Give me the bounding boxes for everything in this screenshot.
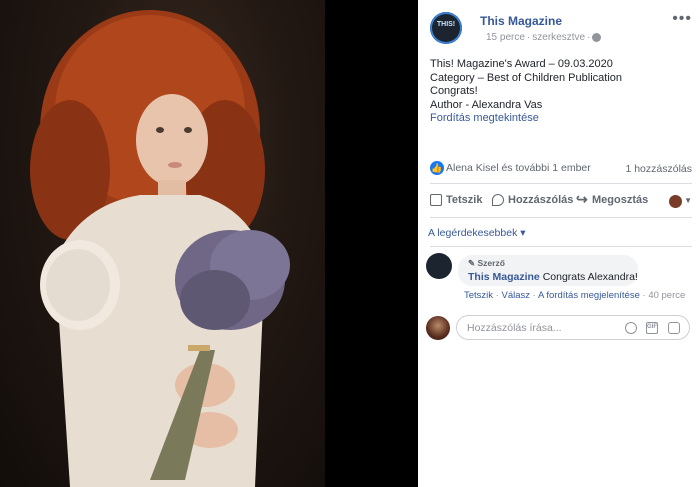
like-label: Tetszik <box>446 194 483 207</box>
divider <box>430 246 692 247</box>
commenter-avatar[interactable] <box>426 253 452 279</box>
comment-input-placeholder: Hozzászólás írása... <box>467 322 562 334</box>
edited-label[interactable]: szerkesztve <box>532 32 585 43</box>
comment-reply-link[interactable]: Válasz <box>502 290 531 301</box>
share-button[interactable]: Megosztás <box>576 191 649 208</box>
comment-count[interactable]: 1 hozzászólás <box>625 163 692 175</box>
reaction-names[interactable]: Alena Kisel és további 1 ember <box>446 162 591 174</box>
divider <box>430 217 692 218</box>
post-text: This! Magazine's Award – 09.03.2020 Cate… <box>430 58 622 126</box>
page-avatar[interactable]: THIS! <box>430 12 462 44</box>
chevron-down-icon[interactable]: ▼ <box>684 196 692 205</box>
comment-sort-dropdown[interactable]: A legérdekesebbek ▾ <box>428 227 526 239</box>
photo-viewer <box>0 0 418 487</box>
post-actions: Tetszik Hozzászólás Megosztás ▼ <box>430 191 692 212</box>
reactions-bar: 👍 Alena Kisel és további 1 ember 1 hozzás… <box>430 161 692 177</box>
comment-text: This Magazine Congrats Alexandra! <box>468 271 638 283</box>
meta-separator: · <box>526 32 531 43</box>
thumbs-up-icon <box>430 194 442 207</box>
commenter-name[interactable]: This Magazine <box>468 271 540 283</box>
comment-button[interactable]: Hozzászólás <box>492 194 574 207</box>
comment-bubble: ✎ Szerző This Magazine Congrats Alexandr… <box>458 255 638 286</box>
avatar-text: THIS! <box>436 21 456 28</box>
post-line: Congrats! <box>430 85 478 97</box>
author-badge: ✎ Szerző <box>468 258 505 268</box>
action-separator: · <box>530 290 538 301</box>
see-translation-link[interactable]: Fordítás megtekintése <box>430 112 622 126</box>
more-options-icon[interactable]: ••• <box>672 10 692 28</box>
profile-selector-avatar[interactable] <box>669 195 682 208</box>
portrait-illustration <box>30 10 290 487</box>
user-avatar <box>426 316 450 340</box>
share-label: Megosztás <box>592 194 649 207</box>
comment-input[interactable]: Hozzászólás írása... GIF <box>456 315 690 340</box>
sticker-icon[interactable] <box>668 322 680 334</box>
post-line: Category – Best of Children Publication <box>430 71 622 84</box>
page-name-link[interactable]: This Magazine <box>480 14 562 28</box>
meta-separator: · <box>587 32 591 43</box>
reply-composer: Hozzászólás írása... GIF <box>426 313 692 341</box>
comment-icon <box>492 194 504 207</box>
author-badge-label: Szerző <box>477 258 505 268</box>
comment-time[interactable]: 40 perce <box>648 290 685 301</box>
emoji-icon[interactable] <box>625 322 637 334</box>
comment-body: Congrats Alexandra! <box>542 271 638 283</box>
like-button[interactable]: Tetszik <box>430 194 483 207</box>
comment-like-link[interactable]: Tetszik <box>464 290 493 301</box>
post-sidebar: THIS! This Magazine 15 perce · szerkesztve… <box>418 0 700 487</box>
globe-icon <box>592 32 602 42</box>
post-meta: 15 perce · szerkesztve · <box>486 32 602 43</box>
share-icon <box>576 191 588 208</box>
divider <box>430 183 692 184</box>
post-line: This! Magazine's Award – 09.03.2020 <box>430 58 613 70</box>
gif-icon[interactable]: GIF <box>646 322 658 334</box>
action-separator: · <box>493 290 502 301</box>
post-time[interactable]: 15 perce <box>486 32 525 43</box>
comment-actions: Tetszik · Válasz · A fordítás megjelenít… <box>464 290 685 301</box>
post-header: THIS! This Magazine 15 perce · szerkesztve… <box>430 10 692 48</box>
like-reaction-icon: 👍 <box>430 161 444 175</box>
post-photo[interactable] <box>0 0 325 487</box>
comment-label: Hozzászólás <box>508 194 574 207</box>
comment-translation-link[interactable]: A fordítás megjelenítése <box>538 290 640 301</box>
post-line: Author - Alexandra Vas <box>430 98 543 111</box>
